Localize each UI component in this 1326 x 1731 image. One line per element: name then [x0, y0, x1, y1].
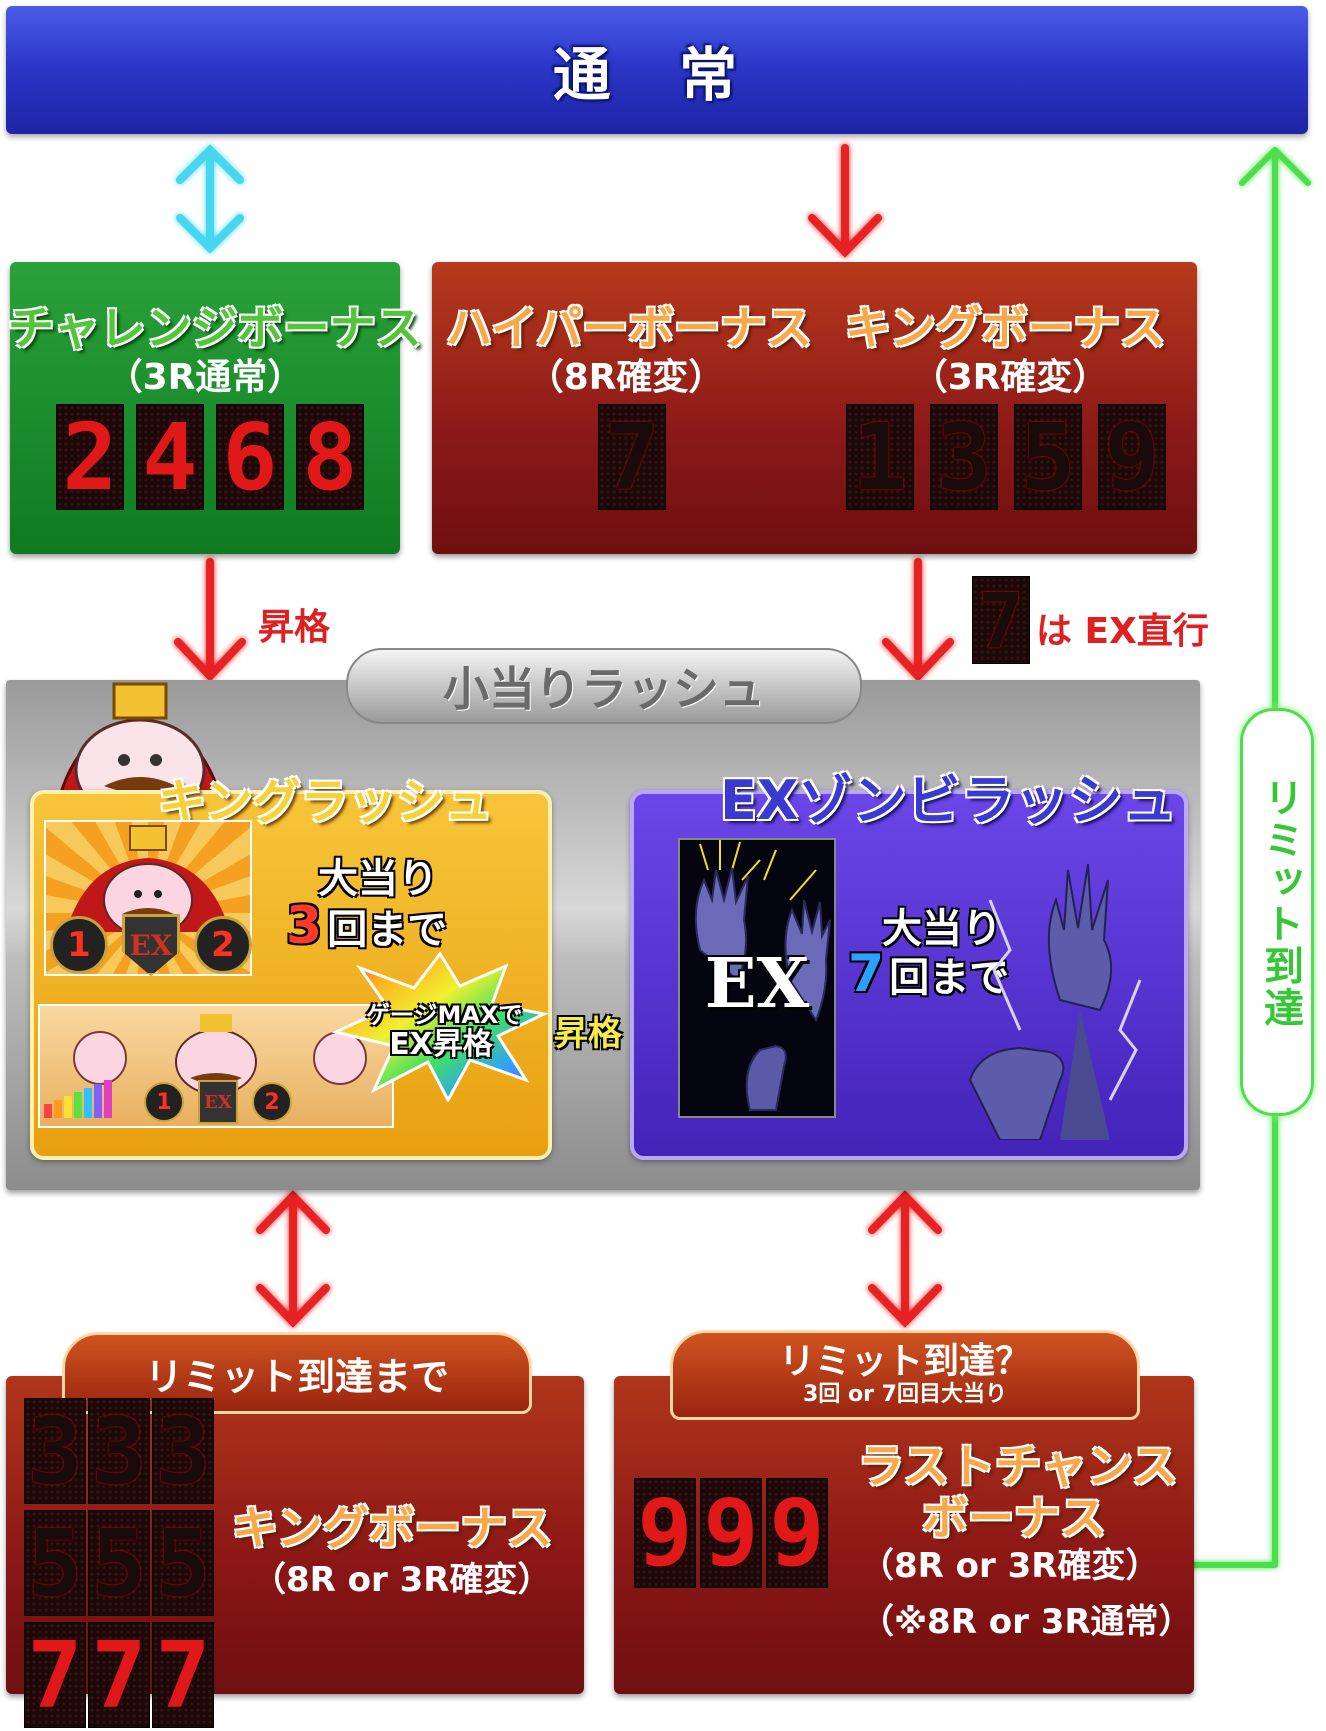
bottom-king-bonus-title: キングボーナス: [232, 1501, 553, 1555]
king-bonus-sub: （3R確変）: [911, 357, 1109, 398]
limit-until-tab-label: リミット到達まで: [144, 1354, 449, 1399]
reel-digit: 4: [136, 404, 204, 511]
limit-reached-tab: リミット到達？ 3回 or 7回目大当り: [670, 1330, 1140, 1420]
gauge-reel-right: 2: [252, 1082, 292, 1122]
reel-digit: 3: [24, 1398, 86, 1505]
bottom-king-bonus-sub: （8R or 3R確変）: [252, 1560, 552, 1600]
reel-digit: 5: [88, 1510, 150, 1617]
reel-digit: 6: [216, 404, 284, 511]
down-arrow-right-icon: [882, 558, 954, 682]
ex-card-text: EX: [704, 944, 810, 1024]
ex-card: EX: [678, 838, 836, 1118]
reel-digit: 7: [88, 1622, 150, 1729]
gauge-reel-left: 1: [144, 1082, 184, 1122]
limit-reached-side-text: リミット到達: [1257, 777, 1303, 1029]
ex-zombie-rush-title: EXゾンビラッシュ: [720, 769, 1177, 832]
reel-digit: 7: [598, 404, 666, 511]
reel-digit: 5: [24, 1510, 86, 1617]
king-rush-screen: 1 EX 2: [44, 820, 252, 976]
rush-reel-right: 2: [194, 916, 252, 974]
ex-direct-label: は EX直行: [1036, 611, 1209, 652]
last-chance-sub2: （※8R or 3R通常）: [860, 1602, 1193, 1642]
gauge-reel-center: EX: [198, 1080, 238, 1124]
gauge-max-line2: EX昇格: [389, 1027, 493, 1062]
ex-jackpot-number: 7: [848, 944, 885, 1004]
last-chance-sub1: （8R or 3R確変）: [860, 1546, 1160, 1586]
reel-digit: 7: [972, 576, 1030, 665]
limit-reached-tab-label: リミット到達？: [778, 1341, 1031, 1382]
king-jackpot-suffix: 回まで: [327, 907, 448, 953]
down-arrow-red-icon: [808, 144, 882, 258]
hyper-bonus-sub: （8R確変）: [527, 357, 725, 398]
reel-digit: 3: [88, 1398, 150, 1505]
gauge-max-text: ゲージMAXで EX昇格: [366, 1000, 523, 1062]
limit-reached-tab-sub: 3回 or 7回目大当り: [803, 1382, 1007, 1407]
reel-digit: 1: [846, 404, 914, 511]
reel-digit: 9: [1098, 404, 1166, 511]
rush-reel-left: 1: [50, 916, 108, 974]
reel-digit: 3: [152, 1398, 214, 1505]
reel-digit: 9: [634, 1478, 696, 1588]
promote-label: 昇格: [258, 607, 331, 648]
reel-digit: 2: [56, 404, 124, 511]
small-hit-rush-title: 小当りラッシュ: [443, 662, 765, 716]
double-arrow-left-bottom-icon: [256, 1190, 330, 1328]
challenge-bonus-sub: （3R通常）: [106, 357, 304, 398]
bottom-left-digit-grid: 3 3 3 5 5 5 7 7 7: [24, 1398, 214, 1730]
reel-digit: 5: [1014, 404, 1082, 511]
limit-reached-side-label: リミット到達: [1240, 708, 1314, 1116]
reel-digit: 8: [296, 404, 364, 511]
promote-arrow-left-icon: [174, 558, 246, 682]
reel-digit: 3: [930, 404, 998, 511]
reel-digit: 7: [24, 1622, 86, 1729]
reel-digit: 7: [152, 1622, 214, 1729]
small-hit-rush-header: 小当りラッシュ: [346, 648, 862, 724]
double-arrow-right-bottom-icon: [868, 1190, 942, 1328]
zombie-hand-lightning-icon: [968, 863, 1142, 1140]
ex-direct-digit-box: 7: [972, 576, 1030, 665]
king-jackpot-number: 3: [286, 896, 323, 956]
gauge-max-line1: ゲージMAXで: [366, 1001, 523, 1029]
double-arrow-cyan-icon: [176, 144, 244, 254]
reel-digit: 9: [766, 1478, 828, 1588]
reel-digit: 9: [700, 1478, 762, 1588]
king-jackpot-line2: 3 回まで: [286, 896, 447, 956]
promote-ex-label: 昇格: [554, 1014, 622, 1054]
reel-digit: 5: [152, 1510, 214, 1617]
